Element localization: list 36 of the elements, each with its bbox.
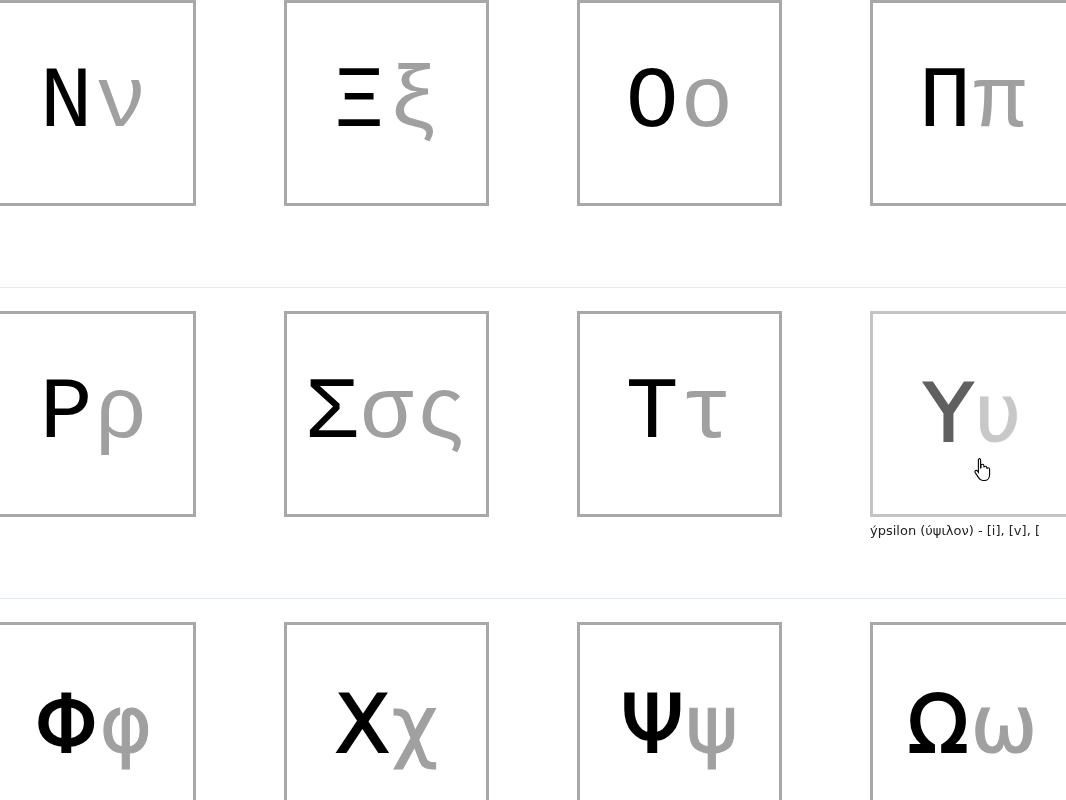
letter-card[interactable]: Ττ [577, 311, 782, 517]
lowercase-letter: π [973, 59, 1027, 147]
letter-card[interactable]: Ψψ [577, 622, 782, 800]
uppercase-letter: Ρ [39, 370, 93, 458]
letter-card[interactable]: Ππ [870, 0, 1066, 206]
uppercase-letter: Ψ [620, 685, 684, 765]
letter-card[interactable]: Υυ [870, 311, 1066, 517]
letter-card[interactable]: Οο [577, 0, 782, 206]
letter-caption: ýpsilon (ύψιλον) - [i], [v], [ [870, 523, 1040, 538]
hand-cursor-icon [973, 457, 993, 483]
lowercase-letter: ο [680, 59, 734, 147]
letter-card[interactable]: Ξξ [284, 0, 489, 206]
uppercase-letter: Τ [625, 370, 679, 458]
lowercase-letter: ς [414, 370, 468, 458]
uppercase-letter: Φ [34, 685, 98, 765]
uppercase-letter: Π [918, 59, 972, 147]
lowercase-letter: σ [360, 370, 413, 458]
letter-card[interactable]: Ωω [870, 622, 1066, 800]
uppercase-letter: Σ [305, 370, 359, 458]
letter-card[interactable]: Χχ [284, 622, 489, 800]
uppercase-letter: Ω [907, 685, 969, 765]
letter-card[interactable]: Νν [0, 0, 196, 206]
letter-card[interactable]: Ρρ [0, 311, 196, 517]
lowercase-letter: ω [970, 685, 1038, 765]
uppercase-letter: Ξ [332, 59, 386, 147]
lowercase-letter: υ [974, 374, 1022, 454]
uppercase-letter: Ο [625, 59, 679, 147]
lowercase-letter: ν [94, 59, 148, 147]
lowercase-letter: τ [680, 370, 734, 458]
letter-card[interactable]: Σσς [284, 311, 489, 517]
lowercase-letter: ρ [94, 370, 148, 458]
uppercase-letter: Ν [39, 59, 93, 147]
uppercase-letter: Υ [923, 374, 973, 454]
letter-card[interactable]: Φφ [0, 622, 196, 800]
uppercase-letter: Χ [335, 685, 390, 765]
lowercase-letter: ξ [387, 59, 441, 147]
